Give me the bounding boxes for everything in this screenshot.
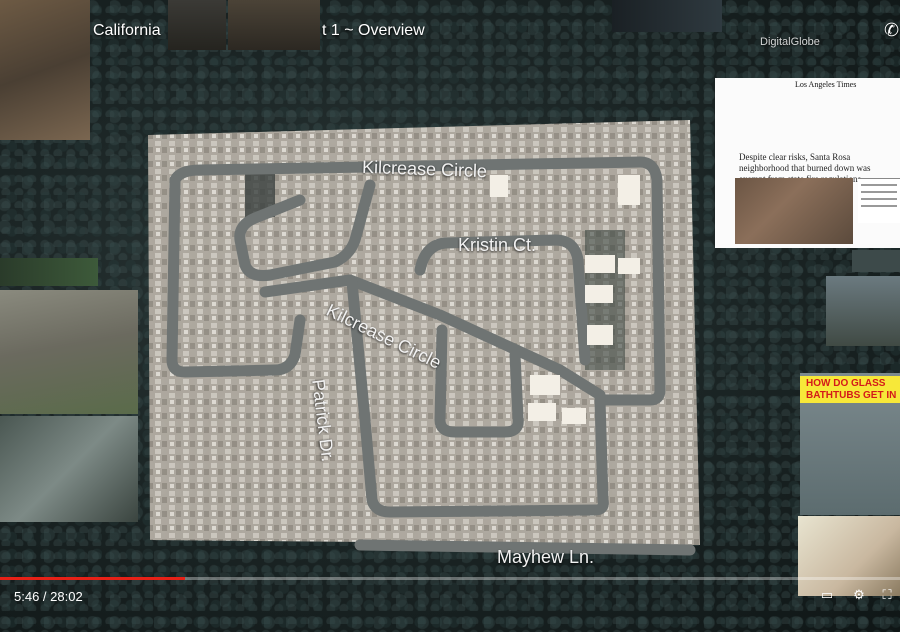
street-label-kilcrease-top: Kilcrease Circle (361, 156, 488, 182)
video-frame[interactable]: Kilcrease Circle Kristin Ct. Kilcrease C… (0, 0, 900, 632)
house (618, 258, 640, 274)
news-map-image (735, 178, 853, 244)
bathtub-caption: HOW DO GLASS BATHTUBS GET IN (800, 376, 900, 403)
street-label-mayhew: Mayhew Ln. (497, 547, 595, 567)
video-player-controls: 5:46 / 28:02 ▭ ⚙ ⛶ (0, 574, 900, 632)
house (585, 285, 613, 303)
watermark-digitalglobe: DigitalGlobe (760, 36, 820, 48)
settings-icon[interactable]: ⚙ (850, 588, 868, 602)
bathtub-caption-line2: BATHTUBS GET IN (806, 390, 897, 401)
bathtub-caption-line1: HOW DO GLASS (806, 378, 886, 389)
news-article-card: Los Angeles Times Despite clear risks, S… (715, 78, 900, 248)
house (490, 175, 508, 197)
house (587, 325, 613, 345)
thumb-top-b (228, 0, 320, 50)
house (530, 375, 560, 395)
house (585, 255, 615, 273)
time-display: 5:46 / 28:02 (14, 589, 83, 604)
news-sidebar (858, 178, 900, 223)
subtitles-icon[interactable]: ▭ (818, 588, 836, 602)
house (618, 175, 640, 205)
thumb-left-green (0, 258, 98, 286)
house (562, 408, 586, 424)
phone-icon: ✆ (884, 20, 900, 40)
thumb-right-small (852, 250, 900, 272)
fullscreen-icon[interactable]: ⛶ (878, 588, 896, 602)
chapter-title: t 1 ~ Overview (322, 22, 425, 39)
thumb-ruins-top-left (0, 0, 90, 140)
location-label: California (93, 22, 161, 39)
progress-bar-fill (0, 577, 186, 580)
bathtub-question-card: HOW DO GLASS BATHTUBS GET IN (800, 373, 900, 515)
house (528, 403, 556, 421)
street-label-kristin: Kristin Ct. (458, 235, 537, 255)
thumb-fire-tree (826, 276, 900, 346)
thumb-smoke-neighborhood (0, 290, 138, 414)
thumb-burned-houses (0, 416, 138, 522)
progress-bar[interactable] (0, 577, 900, 580)
thumb-top-a (168, 0, 226, 50)
thumb-top-c (612, 0, 722, 32)
news-masthead: Los Angeles Times (795, 80, 857, 89)
